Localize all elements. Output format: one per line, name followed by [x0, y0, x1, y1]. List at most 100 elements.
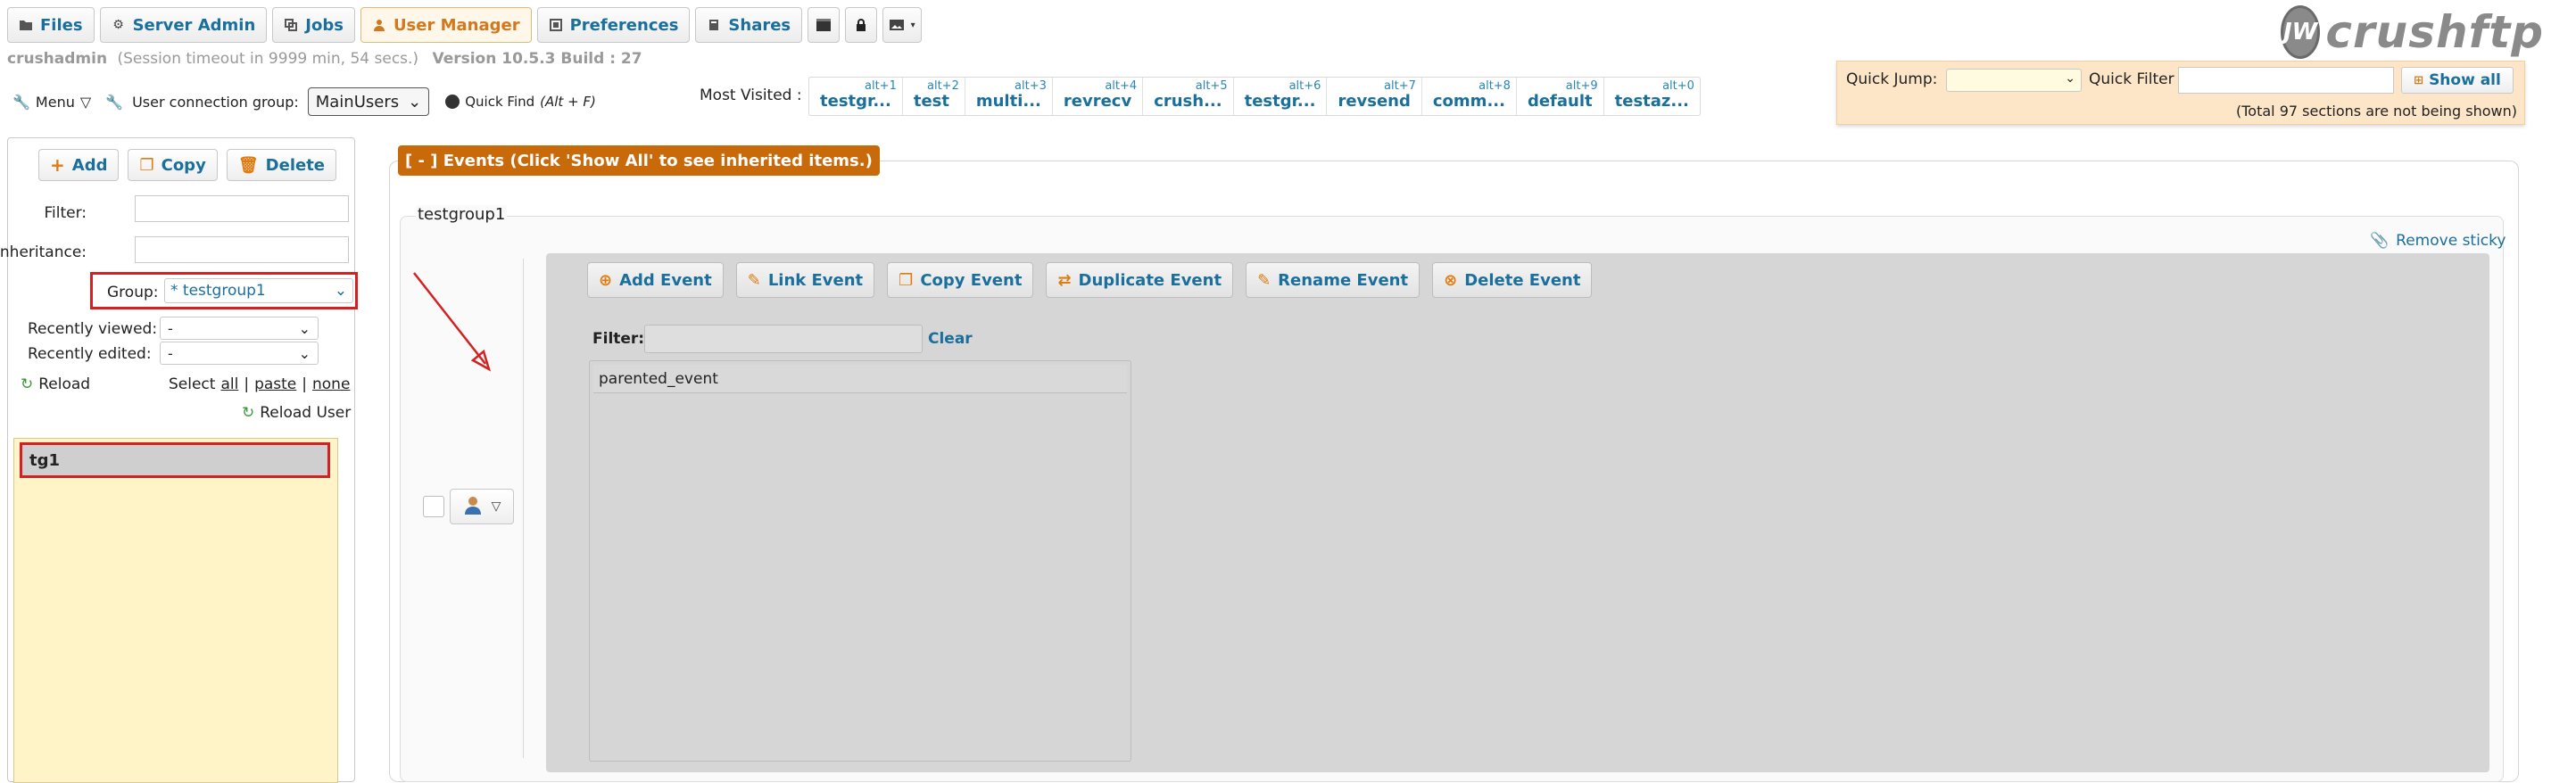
shortcut-key: alt+5	[1195, 79, 1228, 93]
tab-files[interactable]: Files	[7, 7, 95, 43]
most-visited-item[interactable]: alt+5 crush...	[1143, 78, 1234, 115]
chevron-down-icon: ▽	[491, 499, 501, 514]
add-user-button[interactable]: + Add	[38, 149, 120, 181]
tab-shares[interactable]: Shares	[695, 7, 803, 43]
lock-icon	[854, 18, 868, 32]
chevron-down-icon: ⌄	[2065, 71, 2075, 86]
most-visited-item[interactable]: alt+2 test	[903, 78, 965, 115]
separator: |	[302, 375, 307, 393]
show-all-label: Show all	[2429, 71, 2501, 89]
chevron-down-icon: ⌄	[298, 319, 311, 337]
tab-label: Preferences	[569, 15, 679, 35]
button-label: Duplicate Event	[1078, 270, 1222, 290]
quick-jump-select[interactable]: ⌄	[1946, 69, 2082, 92]
session-user: crushadmin	[7, 50, 108, 68]
rename-event-button[interactable]: ✎ Rename Event	[1246, 262, 1421, 298]
trash-icon: 🗑	[237, 155, 259, 175]
group-select[interactable]: * testgroup1 ⌄	[164, 278, 353, 303]
row-checkbox[interactable]	[423, 496, 444, 517]
link-event-button[interactable]: ✎ Link Event	[735, 262, 875, 298]
select-none-link[interactable]: none	[312, 375, 350, 393]
session-timeout: (Session timeout in 9999 min, 54 secs.)	[117, 50, 419, 68]
reload-user-label: Reload User	[260, 404, 352, 422]
event-filter-input[interactable]	[644, 325, 923, 353]
most-visited-item[interactable]: alt+1 testgr...	[809, 78, 903, 115]
quick-find-button[interactable]: Quick Find (Alt + F)	[445, 94, 596, 110]
quick-filter-input[interactable]	[2178, 67, 2394, 94]
delete-event-button[interactable]: ⊗ Delete Event	[1432, 262, 1593, 298]
folder-icon	[19, 18, 33, 32]
most-visited-item[interactable]: alt+6 testgr...	[1234, 78, 1328, 115]
tab-jobs[interactable]: Jobs	[272, 7, 355, 43]
most-visited-link: default	[1527, 92, 1593, 111]
button-label: Add Event	[619, 270, 712, 290]
most-visited-item[interactable]: alt+7 revsend	[1327, 78, 1422, 115]
recently-edited-select[interactable]: - ⌄	[160, 342, 319, 365]
recently-viewed-select[interactable]: - ⌄	[160, 317, 319, 340]
delete-user-button[interactable]: 🗑 Delete	[226, 149, 337, 181]
reload-button[interactable]: ↻ Reload	[21, 375, 90, 393]
connection-group-label: User connection group:	[132, 93, 299, 111]
add-label: Add	[71, 155, 108, 175]
recently-edited-value: -	[168, 344, 173, 362]
refresh-icon: ↻	[242, 404, 255, 422]
duplicate-icon: ⇄	[1057, 270, 1072, 290]
menu-button[interactable]: 🔧 Menu ▽	[12, 94, 91, 111]
most-visited-link: multi...	[975, 92, 1041, 111]
most-visited-item[interactable]: alt+8 comm...	[1422, 78, 1517, 115]
most-visited-link: revsend	[1338, 92, 1411, 111]
image-menu-button[interactable]: ▾	[882, 7, 923, 43]
show-all-button[interactable]: ⊞ Show all	[2401, 67, 2514, 94]
group-title: testgroup1	[416, 205, 508, 224]
list-item[interactable]: tg1	[20, 442, 330, 478]
list-item[interactable]: parented_event	[593, 365, 1127, 393]
event-list: parented_event	[589, 360, 1131, 762]
remove-sticky-button[interactable]: 📎 Remove sticky	[2370, 232, 2506, 250]
terminal-button[interactable]	[808, 7, 841, 43]
shortcut-key: alt+6	[1288, 79, 1321, 93]
quick-jump-label: Quick Jump:	[1846, 70, 1938, 88]
user-list: tg1	[13, 438, 338, 783]
tab-server-admin[interactable]: ⚙ Server Admin	[99, 7, 268, 43]
user-filter-input[interactable]	[135, 195, 349, 222]
event-name: parented_event	[599, 369, 718, 388]
events-section-header[interactable]: [ - ] Events (Click 'Show All' to see in…	[398, 145, 880, 176]
shortcut-key: alt+8	[1479, 79, 1511, 93]
duplicate-event-button[interactable]: ⇄ Duplicate Event	[1046, 262, 1234, 298]
button-label: Copy Event	[920, 270, 1023, 290]
reload-user-button[interactable]: ↻ Reload User	[242, 404, 351, 422]
tab-label: Shares	[728, 15, 791, 35]
divider	[523, 259, 524, 758]
most-visited-item[interactable]: alt+0 testaz...	[1604, 78, 1700, 115]
most-visited-item[interactable]: alt+4 revrecv	[1053, 78, 1144, 115]
connection-group-select[interactable]: MainUsers ⌄	[307, 87, 430, 116]
most-visited-link: testaz...	[1614, 92, 1689, 111]
inheritance-input[interactable]	[135, 236, 349, 263]
tab-preferences[interactable]: Preferences	[536, 7, 691, 43]
add-event-button[interactable]: ⊕ Add Event	[587, 262, 724, 298]
rename-icon: ✎	[1257, 270, 1271, 290]
event-filter-label: Filter:	[592, 330, 645, 348]
image-icon	[889, 18, 904, 32]
copy-user-button[interactable]: ❐ Copy	[128, 149, 218, 181]
user-menu-dropdown[interactable]: ▽	[450, 489, 514, 524]
button-label: Link Event	[767, 270, 864, 290]
paste-link[interactable]: paste	[254, 375, 296, 393]
most-visited-item[interactable]: alt+3 multi...	[965, 78, 1053, 115]
tab-user-manager[interactable]: User Manager	[360, 7, 532, 43]
most-visited-bar: alt+1 testgr... alt+2 test alt+3 multi... a…	[808, 77, 1701, 116]
copy-event-button[interactable]: ❐ Copy Event	[887, 262, 1034, 298]
refresh-icon: ↻	[21, 375, 34, 393]
menu-label: Menu	[35, 93, 75, 111]
select-all-link[interactable]: all	[220, 375, 238, 393]
session-info: crushadmin (Session timeout in 9999 min,…	[7, 50, 642, 68]
clear-filter-link[interactable]: Clear	[928, 330, 973, 348]
most-visited-link: crush...	[1154, 92, 1222, 111]
quick-find-shortcut: (Alt + F)	[540, 94, 596, 110]
lock-button[interactable]	[845, 7, 878, 43]
tab-label: Files	[40, 15, 83, 35]
tab-label: Jobs	[305, 15, 344, 35]
add-icon: ⊕	[599, 270, 613, 290]
most-visited-item[interactable]: alt+9 default	[1517, 78, 1604, 115]
recently-viewed-value: -	[168, 319, 173, 337]
